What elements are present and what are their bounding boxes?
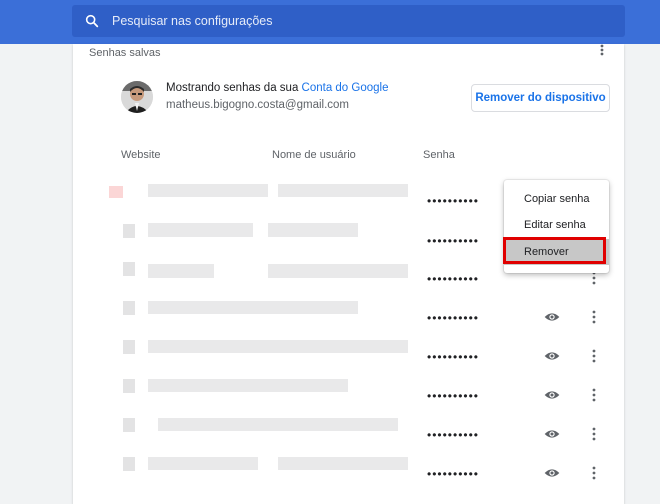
password-row: ••••••••••: [73, 376, 624, 415]
remove-highlight-box: [503, 237, 606, 264]
column-header-password: Senha: [423, 149, 455, 161]
password-value: ••••••••••: [427, 467, 480, 481]
show-password-icon[interactable]: [544, 467, 560, 479]
more-vert-icon[interactable]: [595, 44, 609, 58]
password-value: ••••••••••: [427, 234, 480, 248]
settings-header: Pesquisar nas configurações: [0, 0, 660, 44]
search-input-placeholder: Pesquisar nas configurações: [112, 14, 273, 28]
password-value: ••••••••••: [427, 194, 480, 208]
password-row: ••••••••••: [73, 415, 624, 454]
password-value: ••••••••••: [427, 389, 480, 403]
password-value: ••••••••••: [427, 428, 480, 442]
redacted-text: [148, 184, 268, 197]
menu-item-edit-password[interactable]: Editar senha: [504, 212, 609, 238]
saved-passwords-card: Senhas salvas Mostrando senhas da sua Co…: [73, 44, 624, 504]
redacted-text: [268, 379, 348, 392]
avatar: [121, 81, 153, 113]
redacted-text: [148, 340, 268, 353]
redacted-text: [148, 223, 253, 237]
site-favicon-blurred: [123, 262, 135, 276]
site-favicon-blurred: [123, 418, 135, 432]
show-password-icon[interactable]: [544, 311, 560, 323]
redacted-text: [148, 379, 278, 392]
more-actions-icon[interactable]: [589, 465, 599, 481]
show-password-icon[interactable]: [544, 428, 560, 440]
more-actions-icon[interactable]: [589, 387, 599, 403]
redacted-text: [268, 223, 358, 237]
password-value: ••••••••••: [427, 350, 480, 364]
site-favicon-blurred: [123, 340, 135, 354]
password-row: ••••••••••: [73, 454, 624, 493]
redacted-text: [268, 301, 358, 314]
account-email: matheus.bigogno.costa@gmail.com: [166, 99, 349, 111]
section-title: Senhas salvas: [89, 47, 161, 59]
account-sync-text: Mostrando senhas da sua Conta do Google: [166, 82, 388, 94]
redacted-text: [148, 264, 214, 278]
site-favicon-blurred: [123, 457, 135, 471]
google-account-link[interactable]: Conta do Google: [302, 82, 389, 94]
password-row: ••••••••••: [73, 337, 624, 376]
password-value: ••••••••••: [427, 311, 480, 325]
search-settings-field[interactable]: Pesquisar nas configurações: [72, 5, 625, 37]
password-row: ••••••••••: [73, 298, 624, 337]
redacted-text: [148, 301, 278, 314]
site-favicon-blurred: [123, 224, 135, 238]
site-favicon-blurred: [123, 301, 135, 315]
remove-from-device-button[interactable]: Remover do dispositivo: [471, 84, 610, 112]
redacted-text: [268, 418, 398, 431]
redacted-text: [158, 418, 278, 431]
site-favicon-blurred: [123, 379, 135, 393]
show-password-icon[interactable]: [544, 350, 560, 362]
more-actions-icon[interactable]: [589, 309, 599, 325]
redacted-text: [278, 457, 408, 470]
more-actions-icon[interactable]: [589, 348, 599, 364]
redacted-text: [148, 457, 258, 470]
column-header-website: Website: [121, 149, 161, 161]
showing-prefix: Mostrando senhas da sua: [166, 82, 302, 94]
redacted-text: [268, 340, 408, 353]
column-header-username: Nome de usuário: [272, 149, 356, 161]
menu-item-copy-password[interactable]: Copiar senha: [504, 186, 609, 212]
search-icon: [85, 14, 99, 28]
redacted-text: [278, 184, 408, 197]
password-value: ••••••••••: [427, 272, 480, 286]
redacted-text: [268, 264, 408, 278]
site-favicon-blurred: [109, 186, 123, 198]
show-password-icon[interactable]: [544, 389, 560, 401]
more-actions-icon[interactable]: [589, 426, 599, 442]
